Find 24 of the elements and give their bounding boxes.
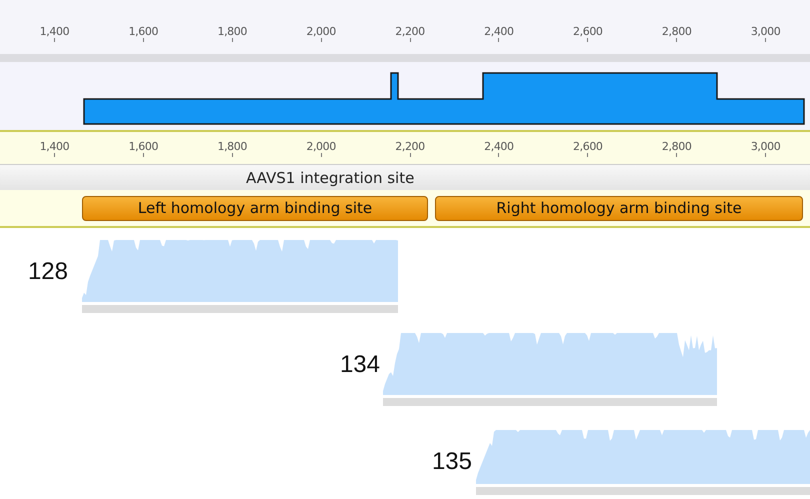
feature-annotation[interactable]: Left homology arm binding site — [82, 196, 428, 220]
tick-label: 1,600 — [128, 25, 158, 38]
tick-label: 3,000 — [750, 25, 780, 38]
tick-label: 1,400 — [40, 140, 70, 152]
tick-label: 2,800 — [662, 25, 692, 38]
read-label: 134 — [338, 351, 380, 379]
tick-label: 1,800 — [217, 140, 247, 152]
tick-label: 2,400 — [484, 25, 514, 38]
track-title: AAVS1 integration site — [246, 168, 414, 186]
read-label: 128 — [26, 258, 68, 286]
tick-label: 1,600 — [128, 140, 158, 152]
tick-label: 2,000 — [306, 25, 336, 38]
tick-label: 3,000 — [750, 140, 780, 152]
read-label: 135 — [430, 448, 472, 476]
feature-annotation[interactable]: Right homology arm binding site — [435, 196, 803, 220]
tick-label: 2,400 — [484, 140, 514, 152]
tick-label: 2,800 — [662, 140, 692, 152]
tick-label: 1,800 — [217, 25, 247, 38]
tick-label: 2,600 — [573, 25, 603, 38]
tick-label: 2,000 — [306, 140, 336, 152]
tick-label: 2,200 — [395, 25, 425, 38]
tick-label: 1,400 — [40, 25, 70, 38]
tick-label: 2,600 — [573, 140, 603, 152]
tick-label: 2,200 — [395, 140, 425, 152]
